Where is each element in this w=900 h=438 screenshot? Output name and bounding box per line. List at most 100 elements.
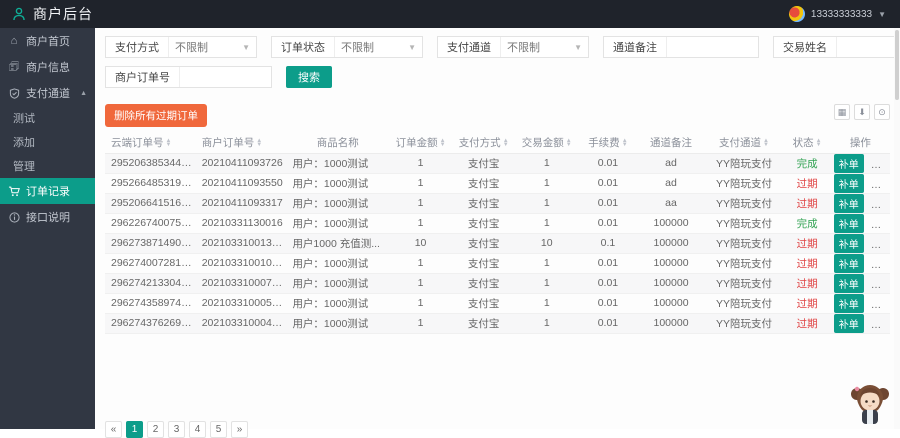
order-status-select[interactable]: 不限制 ▼ bbox=[334, 37, 422, 57]
cell-cloud-order-no: 296226740075266 bbox=[105, 213, 196, 233]
details-button[interactable]: 详情 bbox=[871, 214, 890, 233]
details-button[interactable]: 详情 bbox=[871, 294, 890, 313]
details-button[interactable]: 详情 bbox=[871, 174, 890, 193]
vertical-scrollbar[interactable] bbox=[894, 28, 900, 429]
page-button-1[interactable]: 1 bbox=[126, 421, 143, 438]
sort-icon[interactable]: ▲▼ bbox=[622, 139, 628, 147]
filter-label: 支付方式 bbox=[106, 39, 168, 55]
cell-actions: 补单 详情 bbox=[831, 213, 890, 233]
filter-label: 支付通道 bbox=[438, 39, 500, 55]
supplement-order-button[interactable]: 补单 bbox=[834, 174, 864, 193]
page-button-3[interactable]: 3 bbox=[168, 421, 185, 438]
mascot-character[interactable] bbox=[848, 382, 892, 429]
scrollbar-thumb[interactable] bbox=[895, 30, 899, 100]
cell-actions: 补单 详情 bbox=[831, 233, 890, 253]
supplement-order-button[interactable]: 补单 bbox=[834, 314, 864, 333]
cell-channel-remark: 100000 bbox=[638, 293, 705, 313]
col-cloud-order-no[interactable]: 云端订单号▲▼ bbox=[105, 133, 196, 153]
details-button[interactable]: 详情 bbox=[871, 234, 890, 253]
filter-trade-name: 交易姓名 bbox=[773, 36, 900, 58]
cell-merchant-order-no: 20210331001008 bbox=[196, 253, 287, 273]
details-button[interactable]: 详情 bbox=[871, 254, 890, 273]
sort-icon[interactable]: ▲▼ bbox=[166, 139, 172, 147]
collapse-arrow-icon: ▲ bbox=[80, 90, 87, 97]
supplement-order-button[interactable]: 补单 bbox=[834, 214, 864, 233]
sidebar-subitem-manage[interactable]: 管理 bbox=[0, 154, 95, 178]
select-value: 不限制 bbox=[507, 39, 540, 55]
col-pay-method[interactable]: 支付方式▲▼ bbox=[452, 133, 515, 153]
details-button[interactable]: 详情 bbox=[871, 194, 890, 213]
merchant-order-no-input[interactable] bbox=[179, 67, 271, 87]
page-button-5[interactable]: 5 bbox=[210, 421, 227, 438]
status-badge: 过期 bbox=[797, 258, 818, 270]
cell-merchant-order-no: 20210331000736 bbox=[196, 273, 287, 293]
pagination: «12345» bbox=[105, 421, 248, 438]
cell-pay-method: 支付宝 bbox=[452, 193, 515, 213]
col-fee[interactable]: 手续费▲▼ bbox=[578, 133, 637, 153]
cell-order-amount: 1 bbox=[389, 293, 452, 313]
page-prev-button[interactable]: « bbox=[105, 421, 122, 438]
supplement-order-button[interactable]: 补单 bbox=[834, 194, 864, 213]
avatar[interactable] bbox=[789, 6, 805, 22]
col-pay-channel[interactable]: 支付通道▲▼ bbox=[705, 133, 784, 153]
export-button[interactable]: ⬇ bbox=[854, 104, 870, 120]
delete-expired-orders-button[interactable]: 删除所有过期订单 bbox=[105, 104, 207, 127]
status-badge: 过期 bbox=[797, 198, 818, 210]
filter-columns-button[interactable]: ▦ bbox=[834, 104, 850, 120]
sidebar-item-pay-channel[interactable]: 支付通道 ▲ bbox=[0, 80, 95, 106]
supplement-order-button[interactable]: 补单 bbox=[834, 234, 864, 253]
sidebar-item-label: 管理 bbox=[13, 158, 35, 174]
cell-channel-remark: 100000 bbox=[638, 313, 705, 333]
cell-trade-amount: 1 bbox=[515, 193, 578, 213]
page-next-button[interactable]: » bbox=[231, 421, 248, 438]
table-header-row: 云端订单号▲▼ 商户订单号▲▼ 商品名称 订单金额▲▼ 支付方式▲▼ 交易金额▲… bbox=[105, 133, 890, 153]
pay-method-select[interactable]: 不限制 ▼ bbox=[168, 37, 256, 57]
sidebar-item-order-records[interactable]: 订单记录 bbox=[0, 178, 95, 204]
sort-icon[interactable]: ▲▼ bbox=[256, 139, 262, 147]
details-button[interactable]: 详情 bbox=[871, 274, 890, 293]
brand: 商户后台 bbox=[0, 4, 93, 24]
table-row: 296274358974082 20210331000514 用户：1000测试… bbox=[105, 293, 890, 313]
supplement-order-button[interactable]: 补单 bbox=[834, 274, 864, 293]
col-merchant-order-no[interactable]: 商户订单号▲▼ bbox=[196, 133, 287, 153]
col-order-amount[interactable]: 订单金额▲▼ bbox=[389, 133, 452, 153]
details-button[interactable]: 详情 bbox=[871, 314, 890, 333]
col-status[interactable]: 状态▲▼ bbox=[783, 133, 830, 153]
sidebar-item-api-docs[interactable]: 接口说明 bbox=[0, 204, 95, 230]
cell-product-name: 用户1000 充值测... bbox=[286, 233, 389, 253]
status-badge: 过期 bbox=[797, 178, 818, 190]
sort-icon[interactable]: ▲▼ bbox=[440, 139, 446, 147]
cell-pay-method: 支付宝 bbox=[452, 173, 515, 193]
status-badge: 过期 bbox=[797, 278, 818, 290]
col-trade-amount[interactable]: 交易金额▲▼ bbox=[515, 133, 578, 153]
sort-icon[interactable]: ▲▼ bbox=[503, 139, 509, 147]
table-toolbar: 删除所有过期订单 ▦ ⬇ ⊙ bbox=[95, 100, 900, 133]
supplement-order-button[interactable]: 补单 bbox=[834, 154, 864, 173]
user-menu[interactable]: 13333333333 ▼ bbox=[789, 6, 900, 22]
sidebar-subitem-add[interactable]: 添加 bbox=[0, 130, 95, 154]
cell-pay-channel: YY陪玩支付 bbox=[705, 213, 784, 233]
supplement-order-button[interactable]: 补单 bbox=[834, 294, 864, 313]
cell-order-amount: 1 bbox=[389, 313, 452, 333]
cell-status: 完成 bbox=[783, 213, 830, 233]
pay-channel-select[interactable]: 不限制 ▼ bbox=[500, 37, 588, 57]
sort-icon[interactable]: ▲▼ bbox=[816, 139, 822, 147]
details-button[interactable]: 详情 bbox=[871, 154, 890, 173]
page-button-4[interactable]: 4 bbox=[189, 421, 206, 438]
cell-fee: 0.01 bbox=[578, 153, 637, 173]
cell-channel-remark: 100000 bbox=[638, 273, 705, 293]
settings-button[interactable]: ⊙ bbox=[874, 104, 890, 120]
search-button[interactable]: 搜索 bbox=[286, 66, 332, 88]
sort-icon[interactable]: ▲▼ bbox=[763, 139, 769, 147]
sidebar-item-merchant-info[interactable]: 🗊 商户信息 bbox=[0, 54, 95, 80]
trade-name-input[interactable] bbox=[836, 37, 900, 57]
orders-table-wrap: 云端订单号▲▼ 商户订单号▲▼ 商品名称 订单金额▲▼ 支付方式▲▼ 交易金额▲… bbox=[95, 133, 900, 334]
page-button-2[interactable]: 2 bbox=[147, 421, 164, 438]
sidebar-item-home[interactable]: ⌂ 商户首页 bbox=[0, 28, 95, 54]
cell-trade-amount: 1 bbox=[515, 293, 578, 313]
sidebar-subitem-test[interactable]: 测试 bbox=[0, 106, 95, 130]
sort-icon[interactable]: ▲▼ bbox=[566, 139, 572, 147]
channel-remark-input[interactable] bbox=[666, 37, 758, 57]
chevron-down-icon: ▼ bbox=[574, 43, 582, 52]
supplement-order-button[interactable]: 补单 bbox=[834, 254, 864, 273]
